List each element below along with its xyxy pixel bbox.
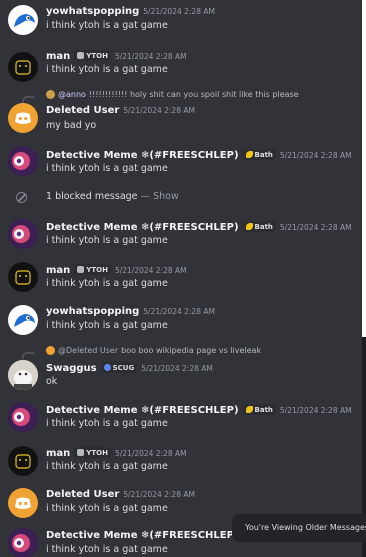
reply-text: boo boo wikipedia page vs liveleak [121, 346, 262, 355]
timestamp: 5/21/2024 2:28 AM [114, 449, 187, 458]
username[interactable]: Detective Meme ❄(#FREESCHLEP) [46, 530, 239, 541]
dark-avatar[interactable] [8, 262, 38, 292]
server-tag[interactable]: Bath [242, 149, 276, 160]
meme-avatar[interactable] [8, 402, 38, 432]
message-text: i think ytoh is a gat game [46, 20, 168, 31]
tag-label: SCUG [112, 363, 135, 372]
username[interactable]: Swaggus [46, 363, 97, 374]
message-text: i think ytoh is a gat game [46, 461, 168, 472]
server-tag[interactable]: Bath [242, 221, 276, 232]
tag-label: YTOH [86, 448, 108, 457]
server-tag[interactable]: YTOH [74, 264, 111, 275]
reply-spine [22, 96, 34, 103]
message-item: Detective Meme ❄(#FREESCHLEP) Bath 5/21/… [0, 214, 362, 254]
message-text: i think ytoh is a gat game [46, 320, 168, 331]
tag-label: Bath [254, 405, 273, 414]
message-item: man YTOH 5/21/2024 2:28 AM i think ytoh … [0, 257, 362, 297]
timestamp: 5/21/2024 2:28 AM [279, 151, 352, 160]
username[interactable]: Detective Meme ❄(#FREESCHLEP) [46, 222, 239, 233]
username[interactable]: Detective Meme ❄(#FREESCHLEP) [46, 405, 239, 416]
tag-label: Bath [254, 150, 273, 159]
penguin-avatar[interactable] [8, 5, 38, 35]
username[interactable]: Deleted User [46, 489, 119, 500]
tag-icon [103, 364, 111, 371]
reply-avatar [46, 90, 55, 99]
reply-avatar [46, 346, 55, 355]
show-blocked-button[interactable]: Show [153, 191, 179, 202]
message-text: ok [46, 376, 58, 387]
server-tag[interactable]: YTOH [74, 50, 111, 61]
tag-icon [245, 406, 253, 413]
tag-icon [77, 52, 85, 59]
username[interactable]: Deleted User [46, 105, 119, 116]
message-item: yowhatspopping 5/21/2024 2:28 AM i think… [0, 300, 362, 340]
timestamp: 5/21/2024 2:28 AM [143, 7, 215, 16]
message-text: i think ytoh is a gat game [46, 503, 168, 514]
username[interactable]: man [46, 448, 70, 459]
username[interactable]: yowhatspopping [46, 6, 139, 17]
message-text: i think ytoh is a gat game [46, 64, 168, 75]
timestamp: 5/21/2024 2:28 AM [114, 266, 187, 275]
message-item: man YTOH 5/21/2024 2:28 AM i think ytoh … [0, 46, 362, 86]
server-tag[interactable]: Bath [242, 404, 276, 415]
tag-icon [77, 449, 85, 456]
message-item: man YTOH 5/21/2024 2:28 AM i think ytoh … [0, 442, 362, 482]
username[interactable]: yowhatspopping [46, 306, 139, 317]
message-item: @Deleted User boo boo wikipedia page vs … [0, 342, 362, 394]
reply-user[interactable]: @Deleted User [58, 346, 118, 355]
tag-icon [245, 151, 253, 158]
timestamp: 5/21/2024 2:28 AM [123, 106, 195, 115]
username[interactable]: man [46, 265, 70, 276]
timestamp: 5/21/2024 2:28 AM [279, 406, 352, 415]
discord-avatar[interactable] [8, 103, 38, 133]
window-edge [362, 0, 366, 337]
meme-avatar[interactable] [8, 146, 38, 176]
tag-label: YTOH [86, 51, 108, 60]
username[interactable]: Detective Meme ❄(#FREESCHLEP) [46, 150, 239, 161]
tag-label: Bath [254, 222, 273, 231]
message-text: i think ytoh is a gat game [46, 418, 168, 429]
reply-preview[interactable]: @anno !!!!!!!!!!!! holy shit can you spo… [46, 90, 299, 99]
message-text: i think ytoh is a gat game [46, 163, 168, 174]
message-text: my bad yo [46, 120, 97, 131]
tag-icon [245, 223, 253, 230]
reply-preview[interactable]: @Deleted User boo boo wikipedia page vs … [46, 346, 261, 355]
tag-label: YTOH [86, 265, 108, 274]
older-messages-banner[interactable]: You're Viewing Older Messages [232, 514, 366, 542]
message-item: yowhatspopping 5/21/2024 2:28 AM i think… [0, 0, 362, 40]
dark-avatar[interactable] [8, 52, 38, 82]
timestamp: 5/21/2024 2:28 AM [143, 307, 215, 316]
reply-user[interactable]: @anno [58, 90, 86, 99]
penguin-avatar[interactable] [8, 305, 38, 335]
timestamp: 5/21/2024 2:28 AM [141, 364, 213, 373]
reply-text: !!!!!!!!!!!! holy shit can you spoil shi… [88, 90, 299, 99]
blocked-message-row: 1 blocked message — Show [0, 187, 362, 209]
meme-avatar[interactable] [8, 219, 38, 249]
server-tag[interactable]: YTOH [74, 447, 111, 458]
timestamp: 5/21/2024 2:28 AM [279, 223, 352, 232]
dark-avatar[interactable] [8, 446, 38, 476]
blocked-icon [16, 192, 27, 203]
username[interactable]: man [46, 51, 70, 62]
tag-icon [77, 266, 85, 273]
discord-avatar[interactable] [8, 488, 38, 518]
message-item: @anno !!!!!!!!!!!! holy shit can you spo… [0, 86, 362, 140]
meme-avatar[interactable] [8, 528, 38, 557]
message-item: Detective Meme ❄(#FREESCHLEP) Bath 5/21/… [0, 398, 362, 438]
timestamp: 5/21/2024 2:28 AM [123, 490, 195, 499]
swaggus-avatar[interactable] [8, 360, 38, 390]
message-text: i think ytoh is a gat game [46, 278, 168, 289]
blocked-label: 1 blocked message [46, 191, 138, 202]
older-messages-label: You're Viewing Older Messages [245, 523, 366, 532]
message-item: Detective Meme ❄(#FREESCHLEP) Bath 5/21/… [0, 142, 362, 182]
message-text: i think ytoh is a gat game [46, 235, 168, 246]
reply-spine [22, 352, 34, 359]
blocked-separator: — [140, 191, 151, 202]
server-tag[interactable]: SCUG [100, 362, 138, 373]
message-list: yowhatspopping 5/21/2024 2:28 AM i think… [0, 0, 362, 557]
message-text: i think ytoh is a gat game [46, 544, 168, 555]
timestamp: 5/21/2024 2:28 AM [114, 52, 187, 61]
